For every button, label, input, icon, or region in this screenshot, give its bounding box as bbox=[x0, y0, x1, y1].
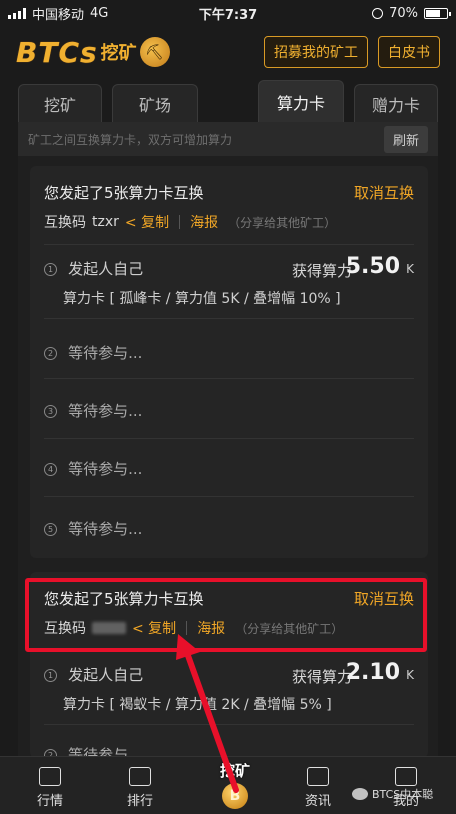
whitepaper-button[interactable]: 白皮书 bbox=[378, 36, 440, 68]
share-hint: （分享给其他矿工） bbox=[228, 215, 337, 230]
battery-icon bbox=[424, 7, 451, 19]
nav-market-label: 行情 bbox=[36, 794, 63, 809]
nav-market[interactable]: 行情 bbox=[20, 767, 80, 809]
divider bbox=[179, 215, 181, 229]
carrier: 中国移动 bbox=[32, 7, 85, 23]
divider bbox=[44, 378, 414, 379]
initiator-label: 发起人自己 bbox=[68, 666, 144, 684]
nav-ranking-label: 排行 bbox=[126, 794, 153, 809]
exchange-code-label: 互换码 bbox=[44, 215, 86, 231]
initiator-label: 发起人自己 bbox=[68, 260, 144, 278]
network-type: 4G bbox=[90, 5, 109, 21]
logo-subtext: 挖矿 bbox=[100, 43, 137, 64]
slot-number: 1 bbox=[44, 263, 57, 276]
tab-hashpower-card[interactable]: 算力卡 bbox=[258, 80, 344, 122]
nav-ranking[interactable]: 排行 bbox=[110, 767, 170, 809]
info-text: 矿工之间互换算力卡，双方可增加算力 bbox=[28, 132, 233, 147]
divider bbox=[44, 318, 414, 319]
exchange-card: 您发起了5张算力卡互换 取消互换 互换码 tzxr < 复制 海报 （分享给其他… bbox=[30, 166, 428, 558]
power-label: 获得算力 bbox=[291, 262, 352, 280]
initiator-slot: 1 发起人自己 获得算力 5.50 K bbox=[44, 254, 414, 284]
initiator-slot: 1 发起人自己 获得算力 2.10 K bbox=[44, 660, 414, 690]
profile-icon bbox=[395, 767, 417, 786]
waiting-slot: 3 等待参与... bbox=[44, 400, 414, 421]
card-detail: 算力卡 [ 褐蚁卡 / 算力值 2K / 叠增幅 5% ] bbox=[63, 697, 332, 713]
bar-chart-icon bbox=[129, 767, 151, 786]
waiting-label: 等待参与... bbox=[68, 402, 143, 420]
wechat-icon bbox=[352, 788, 368, 800]
slot-number: 4 bbox=[44, 463, 57, 476]
bitcoin-coin-icon: B bbox=[222, 783, 248, 809]
miner-mascot-icon: ⛏ bbox=[139, 37, 170, 67]
slot-number: 2 bbox=[44, 347, 57, 360]
recruit-miners-button[interactable]: 招募我的矿工 bbox=[264, 36, 368, 68]
slot-number: 3 bbox=[44, 405, 57, 418]
waiting-label: 等待参与... bbox=[68, 520, 143, 538]
waiting-slot: 5 等待参与... bbox=[44, 518, 414, 539]
nav-news[interactable]: 资讯 bbox=[288, 767, 348, 809]
watermark: BTCS中本聪 bbox=[352, 786, 433, 802]
poster-button[interactable]: 海报 bbox=[190, 212, 218, 232]
power-value: 5.50 bbox=[345, 254, 400, 279]
card-detail: 算力卡 [ 孤峰卡 / 算力值 5K / 叠增幅 10% ] bbox=[63, 291, 341, 307]
cancel-exchange-button[interactable]: 取消互换 bbox=[354, 182, 414, 203]
status-bar: 中国移动 4G 下午7:37 70% bbox=[0, 0, 456, 26]
clock: 下午7:37 bbox=[198, 7, 258, 23]
chart-line-icon bbox=[39, 767, 61, 786]
tab-gift-card[interactable]: 赠力卡 bbox=[354, 84, 438, 122]
waiting-slot: 2 等待参与... bbox=[44, 342, 414, 363]
nav-news-label: 资讯 bbox=[304, 794, 331, 809]
divider bbox=[44, 496, 414, 497]
power-unit: K bbox=[406, 668, 414, 682]
alarm-icon bbox=[372, 7, 384, 19]
power-label: 获得算力 bbox=[291, 668, 352, 686]
tab-mining[interactable]: 挖矿 bbox=[18, 84, 102, 122]
exchange-code-value: tzxr bbox=[92, 214, 119, 230]
battery-percent: 70% bbox=[389, 5, 418, 21]
slot-number: 5 bbox=[44, 523, 57, 536]
tab-bar: 挖矿 矿场 算力卡 赠力卡 bbox=[0, 80, 456, 122]
watermark-text: BTCS中本聪 bbox=[372, 788, 434, 801]
power-unit: K bbox=[406, 262, 414, 276]
app-logo: BTCs 挖矿 ⛏ bbox=[16, 36, 254, 69]
waiting-label: 等待参与... bbox=[68, 344, 143, 362]
waiting-slot: 4 等待参与... bbox=[44, 458, 414, 479]
power-value: 2.10 bbox=[345, 660, 400, 685]
exchange-title: 您发起了5张算力卡互换 bbox=[44, 184, 204, 202]
divider bbox=[44, 244, 414, 245]
slot-number: 1 bbox=[44, 669, 57, 682]
signal-icon bbox=[8, 7, 26, 19]
highlight-box bbox=[25, 578, 427, 652]
copy-code-button[interactable]: < 复制 bbox=[125, 212, 169, 232]
news-icon bbox=[307, 767, 329, 786]
tab-mine-field[interactable]: 矿场 bbox=[112, 84, 198, 122]
nav-mining[interactable]: 挖矿 B bbox=[200, 760, 270, 814]
waiting-label: 等待参与... bbox=[68, 460, 143, 478]
nav-mining-label: 挖矿 bbox=[219, 762, 250, 780]
divider bbox=[44, 438, 414, 439]
info-strip: 矿工之间互换算力卡，双方可增加算力 刷新 bbox=[18, 122, 438, 156]
logo-text: BTCs bbox=[16, 35, 98, 69]
app-header: BTCs 挖矿 ⛏ 招募我的矿工 白皮书 bbox=[0, 26, 456, 78]
divider bbox=[44, 724, 414, 725]
refresh-button[interactable]: 刷新 bbox=[383, 125, 428, 153]
